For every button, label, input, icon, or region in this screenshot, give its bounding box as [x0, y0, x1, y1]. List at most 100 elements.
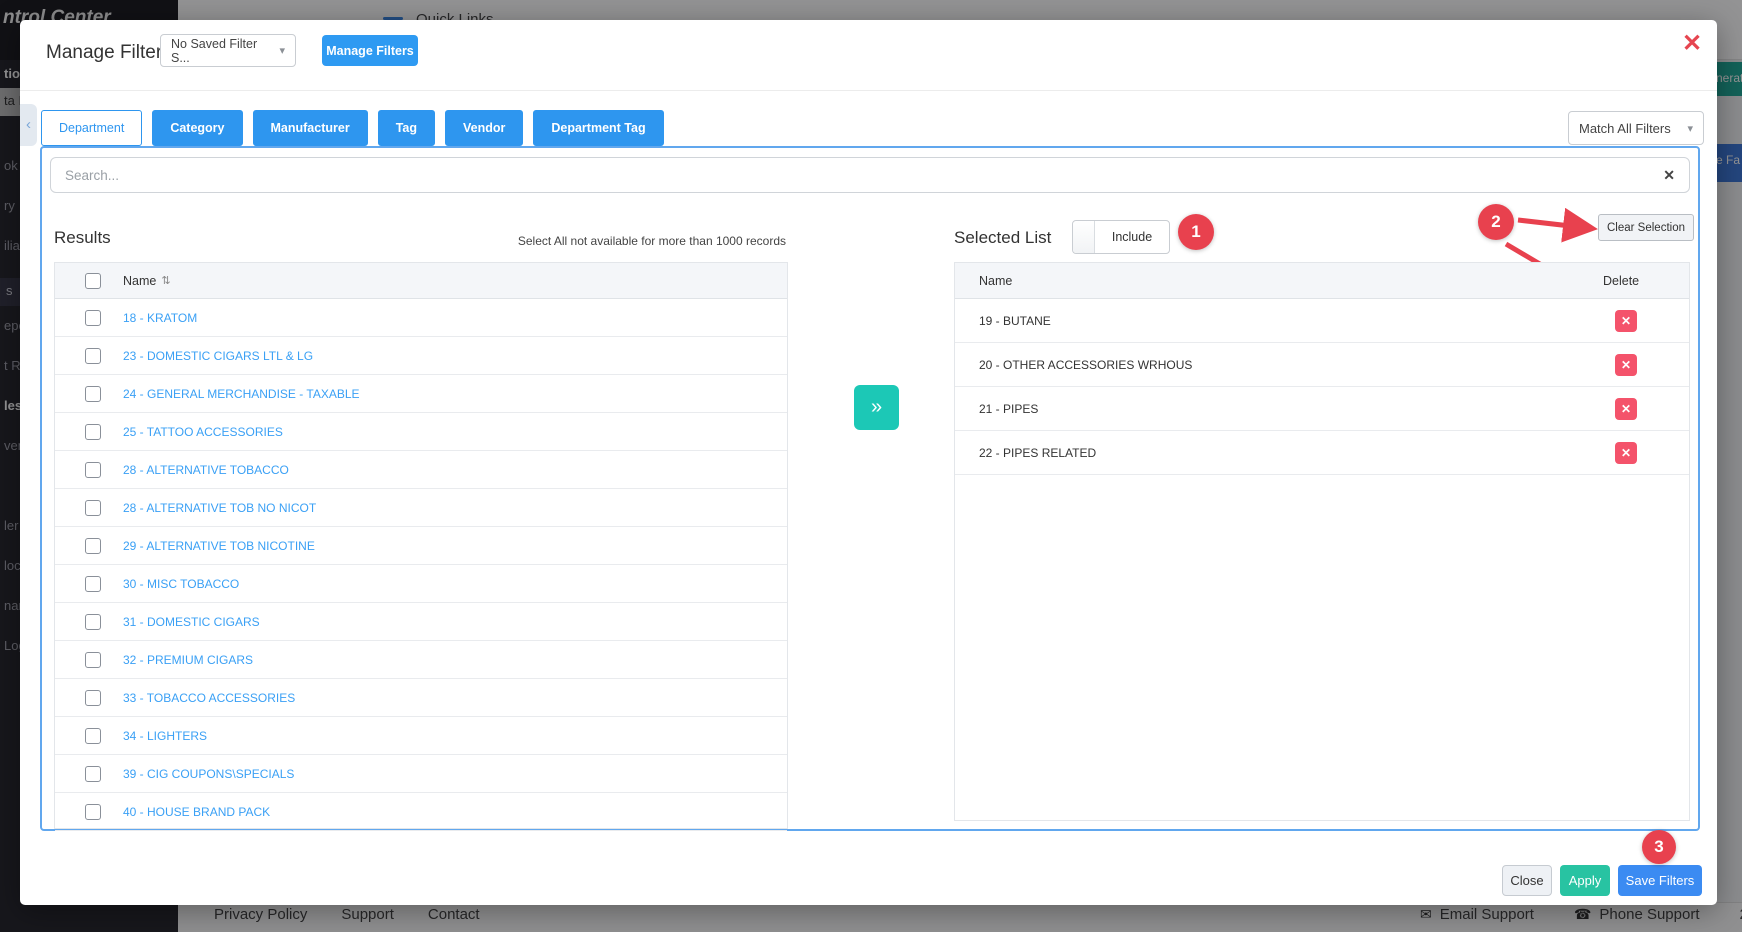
tab-vendor[interactable]: Vendor — [445, 110, 523, 146]
selected-row: 20 - OTHER ACCESSORIES WRHOUS ✕ — [955, 343, 1689, 387]
selected-table-body: 19 - BUTANE✕20 - OTHER ACCESSORIES WRHOU… — [955, 299, 1689, 475]
delete-icon[interactable]: ✕ — [1615, 398, 1637, 420]
delete-icon[interactable]: ✕ — [1615, 442, 1637, 464]
result-item-link[interactable]: 32 - PREMIUM CIGARS — [123, 653, 253, 667]
result-item-link[interactable]: 33 - TOBACCO ACCESSORIES — [123, 691, 295, 705]
include-toggle-knob — [1073, 221, 1095, 253]
result-item-link[interactable]: 30 - MISC TOBACCO — [123, 577, 239, 591]
saved-filter-select[interactable]: No Saved Filter S... ▾ — [160, 34, 296, 67]
result-item-link[interactable]: 24 - GENERAL MERCHANDISE - TAXABLE — [123, 387, 360, 401]
row-checkbox[interactable] — [85, 576, 101, 592]
tab-category[interactable]: Category — [152, 110, 242, 146]
row-checkbox[interactable] — [85, 538, 101, 554]
row-checkbox[interactable] — [85, 690, 101, 706]
row-checkbox[interactable] — [85, 804, 101, 820]
move-to-selected-button[interactable]: » — [854, 385, 899, 430]
selected-item-name: 22 - PIPES RELATED — [955, 446, 1591, 460]
selected-table: Name Delete 19 - BUTANE✕20 - OTHER ACCES… — [954, 262, 1690, 821]
select-all-note: Select All not available for more than 1… — [518, 234, 786, 248]
apply-button[interactable]: Apply — [1560, 865, 1610, 896]
clear-selection-button[interactable]: Clear Selection — [1598, 214, 1694, 241]
row-checkbox[interactable] — [85, 614, 101, 630]
close-button[interactable]: Close — [1502, 865, 1552, 896]
tab-department-tag[interactable]: Department Tag — [533, 110, 663, 146]
results-row: 25 - TATTOO ACCESSORIES — [55, 413, 787, 451]
results-heading: Results — [54, 228, 111, 248]
selected-item-name: 21 - PIPES — [955, 402, 1591, 416]
row-checkbox[interactable] — [85, 766, 101, 782]
result-item-link[interactable]: 28 - ALTERNATIVE TOB NO NICOT — [123, 501, 316, 515]
row-checkbox[interactable] — [85, 348, 101, 364]
selected-item-name: 19 - BUTANE — [955, 314, 1591, 328]
filter-tabs: Department Category Manufacturer Tag Vendor D… — [41, 110, 664, 146]
row-checkbox[interactable] — [85, 652, 101, 668]
annotation-badge-1: 1 — [1178, 214, 1214, 250]
row-checkbox[interactable] — [85, 386, 101, 402]
results-table-body: 18 - KRATOM 23 - DOMESTIC CIGARS LTL & LG… — [55, 299, 787, 831]
selected-item-name: 20 - OTHER ACCESSORIES WRHOUS — [955, 358, 1591, 372]
match-filters-select[interactable]: Match All Filters ▾ — [1568, 111, 1704, 145]
delete-icon[interactable]: ✕ — [1615, 354, 1637, 376]
selected-row: 22 - PIPES RELATED ✕ — [955, 431, 1689, 475]
results-row: 23 - DOMESTIC CIGARS LTL & LG — [55, 337, 787, 375]
results-table: Name ⇅ 18 - KRATOM 23 - DOMESTIC CIGARS L… — [54, 262, 788, 829]
row-checkbox[interactable] — [85, 462, 101, 478]
result-item-link[interactable]: 18 - KRATOM — [123, 311, 197, 325]
selected-list-heading: Selected List — [954, 228, 1051, 248]
results-row: 18 - KRATOM — [55, 299, 787, 337]
chevron-down-icon: ▾ — [279, 44, 285, 57]
results-row: 24 - GENERAL MERCHANDISE - TAXABLE — [55, 375, 787, 413]
manage-filters-button[interactable]: Manage Filters — [322, 35, 418, 66]
tab-manufacturer[interactable]: Manufacturer — [253, 110, 368, 146]
delete-icon[interactable]: ✕ — [1615, 310, 1637, 332]
results-table-header: Name ⇅ — [55, 263, 787, 299]
modal-title: Manage Filters — [46, 42, 172, 64]
result-item-link[interactable]: 31 - DOMESTIC CIGARS — [123, 615, 260, 629]
results-row: 33 - TOBACCO ACCESSORIES — [55, 679, 787, 717]
search-input[interactable] — [51, 168, 1649, 183]
result-item-link[interactable]: 39 - CIG COUPONS\SPECIALS — [123, 767, 294, 781]
result-item-link[interactable]: 23 - DOMESTIC CIGARS LTL & LG — [123, 349, 313, 363]
results-row: 30 - MISC TOBACCO — [55, 565, 787, 603]
row-checkbox[interactable] — [85, 728, 101, 744]
result-item-link[interactable]: 40 - HOUSE BRAND PACK — [123, 805, 270, 819]
selected-delete-header: Delete — [1591, 274, 1689, 288]
save-filters-button[interactable]: Save Filters — [1618, 865, 1702, 896]
annotation-badge-3: 3 — [1642, 830, 1676, 864]
sort-icon[interactable]: ⇅ — [161, 274, 170, 287]
select-all-checkbox[interactable] — [85, 273, 101, 289]
row-checkbox[interactable] — [85, 500, 101, 516]
row-checkbox[interactable] — [85, 310, 101, 326]
result-item-link[interactable]: 25 - TATTOO ACCESSORIES — [123, 425, 283, 439]
search-field: ✕ — [50, 157, 1690, 193]
results-row: 39 - CIG COUPONS\SPECIALS — [55, 755, 787, 793]
result-item-link[interactable]: 34 - LIGHTERS — [123, 729, 207, 743]
results-name-header: Name — [123, 274, 156, 288]
results-row: 31 - DOMESTIC CIGARS — [55, 603, 787, 641]
filter-body-container: ✕ Results Select All not available for m… — [40, 146, 1700, 831]
tab-department[interactable]: Department — [41, 110, 142, 146]
search-clear-icon[interactable]: ✕ — [1649, 167, 1689, 184]
row-checkbox[interactable] — [85, 424, 101, 440]
results-row: 40 - HOUSE BRAND PACK — [55, 793, 787, 831]
annotation-badge-2: 2 — [1478, 204, 1514, 240]
saved-filter-select-value: No Saved Filter S... — [171, 37, 271, 65]
results-row: 34 - LIGHTERS — [55, 717, 787, 755]
results-row: 29 - ALTERNATIVE TOB NICOTINE — [55, 527, 787, 565]
result-item-link[interactable]: 29 - ALTERNATIVE TOB NICOTINE — [123, 539, 315, 553]
selected-name-header: Name — [955, 274, 1591, 288]
header-divider — [20, 90, 1717, 91]
manage-filters-modal: Manage Filters No Saved Filter S... ▾ Ma… — [20, 20, 1717, 905]
result-item-link[interactable]: 28 - ALTERNATIVE TOBACCO — [123, 463, 289, 477]
include-label: Include — [1095, 230, 1169, 244]
selected-table-header: Name Delete — [955, 263, 1689, 299]
selected-row: 21 - PIPES ✕ — [955, 387, 1689, 431]
results-row: 32 - PREMIUM CIGARS — [55, 641, 787, 679]
sidebar-collapse-icon: ‹ — [20, 104, 37, 146]
results-row: 28 - ALTERNATIVE TOB NO NICOT — [55, 489, 787, 527]
tab-tag[interactable]: Tag — [378, 110, 435, 146]
close-icon[interactable]: ✕ — [1682, 32, 1702, 56]
results-row: 28 - ALTERNATIVE TOBACCO — [55, 451, 787, 489]
include-toggle[interactable]: Include — [1072, 220, 1170, 254]
chevron-down-icon: ▾ — [1687, 122, 1693, 135]
